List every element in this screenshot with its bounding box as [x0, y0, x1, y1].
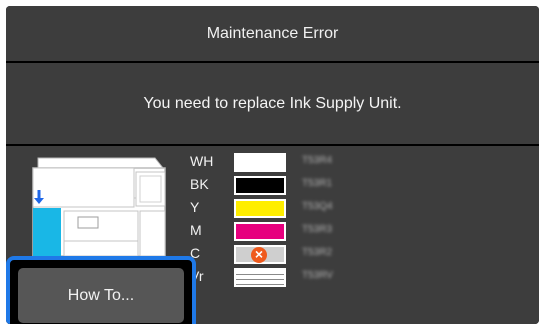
ink-swatch-wh: [234, 153, 286, 172]
printer-panel-screen: Maintenance Error You need to replace In…: [6, 6, 539, 324]
ink-swatch-y: [234, 199, 286, 218]
ink-label-c: C: [190, 245, 201, 261]
ink-swatch-bk: [234, 176, 286, 195]
ink-code-bk: T53R1: [302, 178, 333, 189]
title-bar: Maintenance Error: [6, 6, 539, 61]
ink-label-bk: BK: [190, 176, 209, 192]
ink-row-m: M T53R3: [190, 219, 390, 242]
ink-swatch-c: ×: [234, 245, 286, 264]
ink-code-y: T53Q4: [302, 201, 333, 212]
ink-code-vr: T53RV: [302, 270, 333, 281]
ink-code-wh: T53R4: [302, 155, 333, 166]
ink-list: WH T53R4 BK T53R1 Y T53Q4 M T53R3 C × T5…: [190, 150, 390, 288]
ink-row-c: C × T53R2: [190, 242, 390, 265]
how-to-focus-outline: How To...: [6, 256, 196, 324]
ink-swatch-vr: [234, 268, 286, 287]
ink-label-m: M: [190, 222, 202, 238]
ink-row-y: Y T53Q4: [190, 196, 390, 219]
printer-illustration: [32, 157, 166, 257]
ink-row-wh: WH T53R4: [190, 150, 390, 173]
error-message: You need to replace Ink Supply Unit.: [143, 95, 402, 112]
screen-title: Maintenance Error: [206, 25, 339, 42]
error-message-area: You need to replace Ink Supply Unit.: [6, 63, 539, 144]
error-x-icon: ×: [251, 247, 267, 263]
ink-row-vr: Vr T53RV: [190, 265, 390, 288]
ink-label-wh: WH: [190, 153, 214, 169]
ink-code-m: T53R3: [302, 224, 333, 235]
ink-code-c: T53R2: [302, 247, 333, 258]
ink-label-y: Y: [190, 199, 200, 215]
how-to-button[interactable]: How To...: [18, 268, 184, 323]
ink-swatch-m: [234, 222, 286, 241]
ink-row-bk: BK T53R1: [190, 173, 390, 196]
